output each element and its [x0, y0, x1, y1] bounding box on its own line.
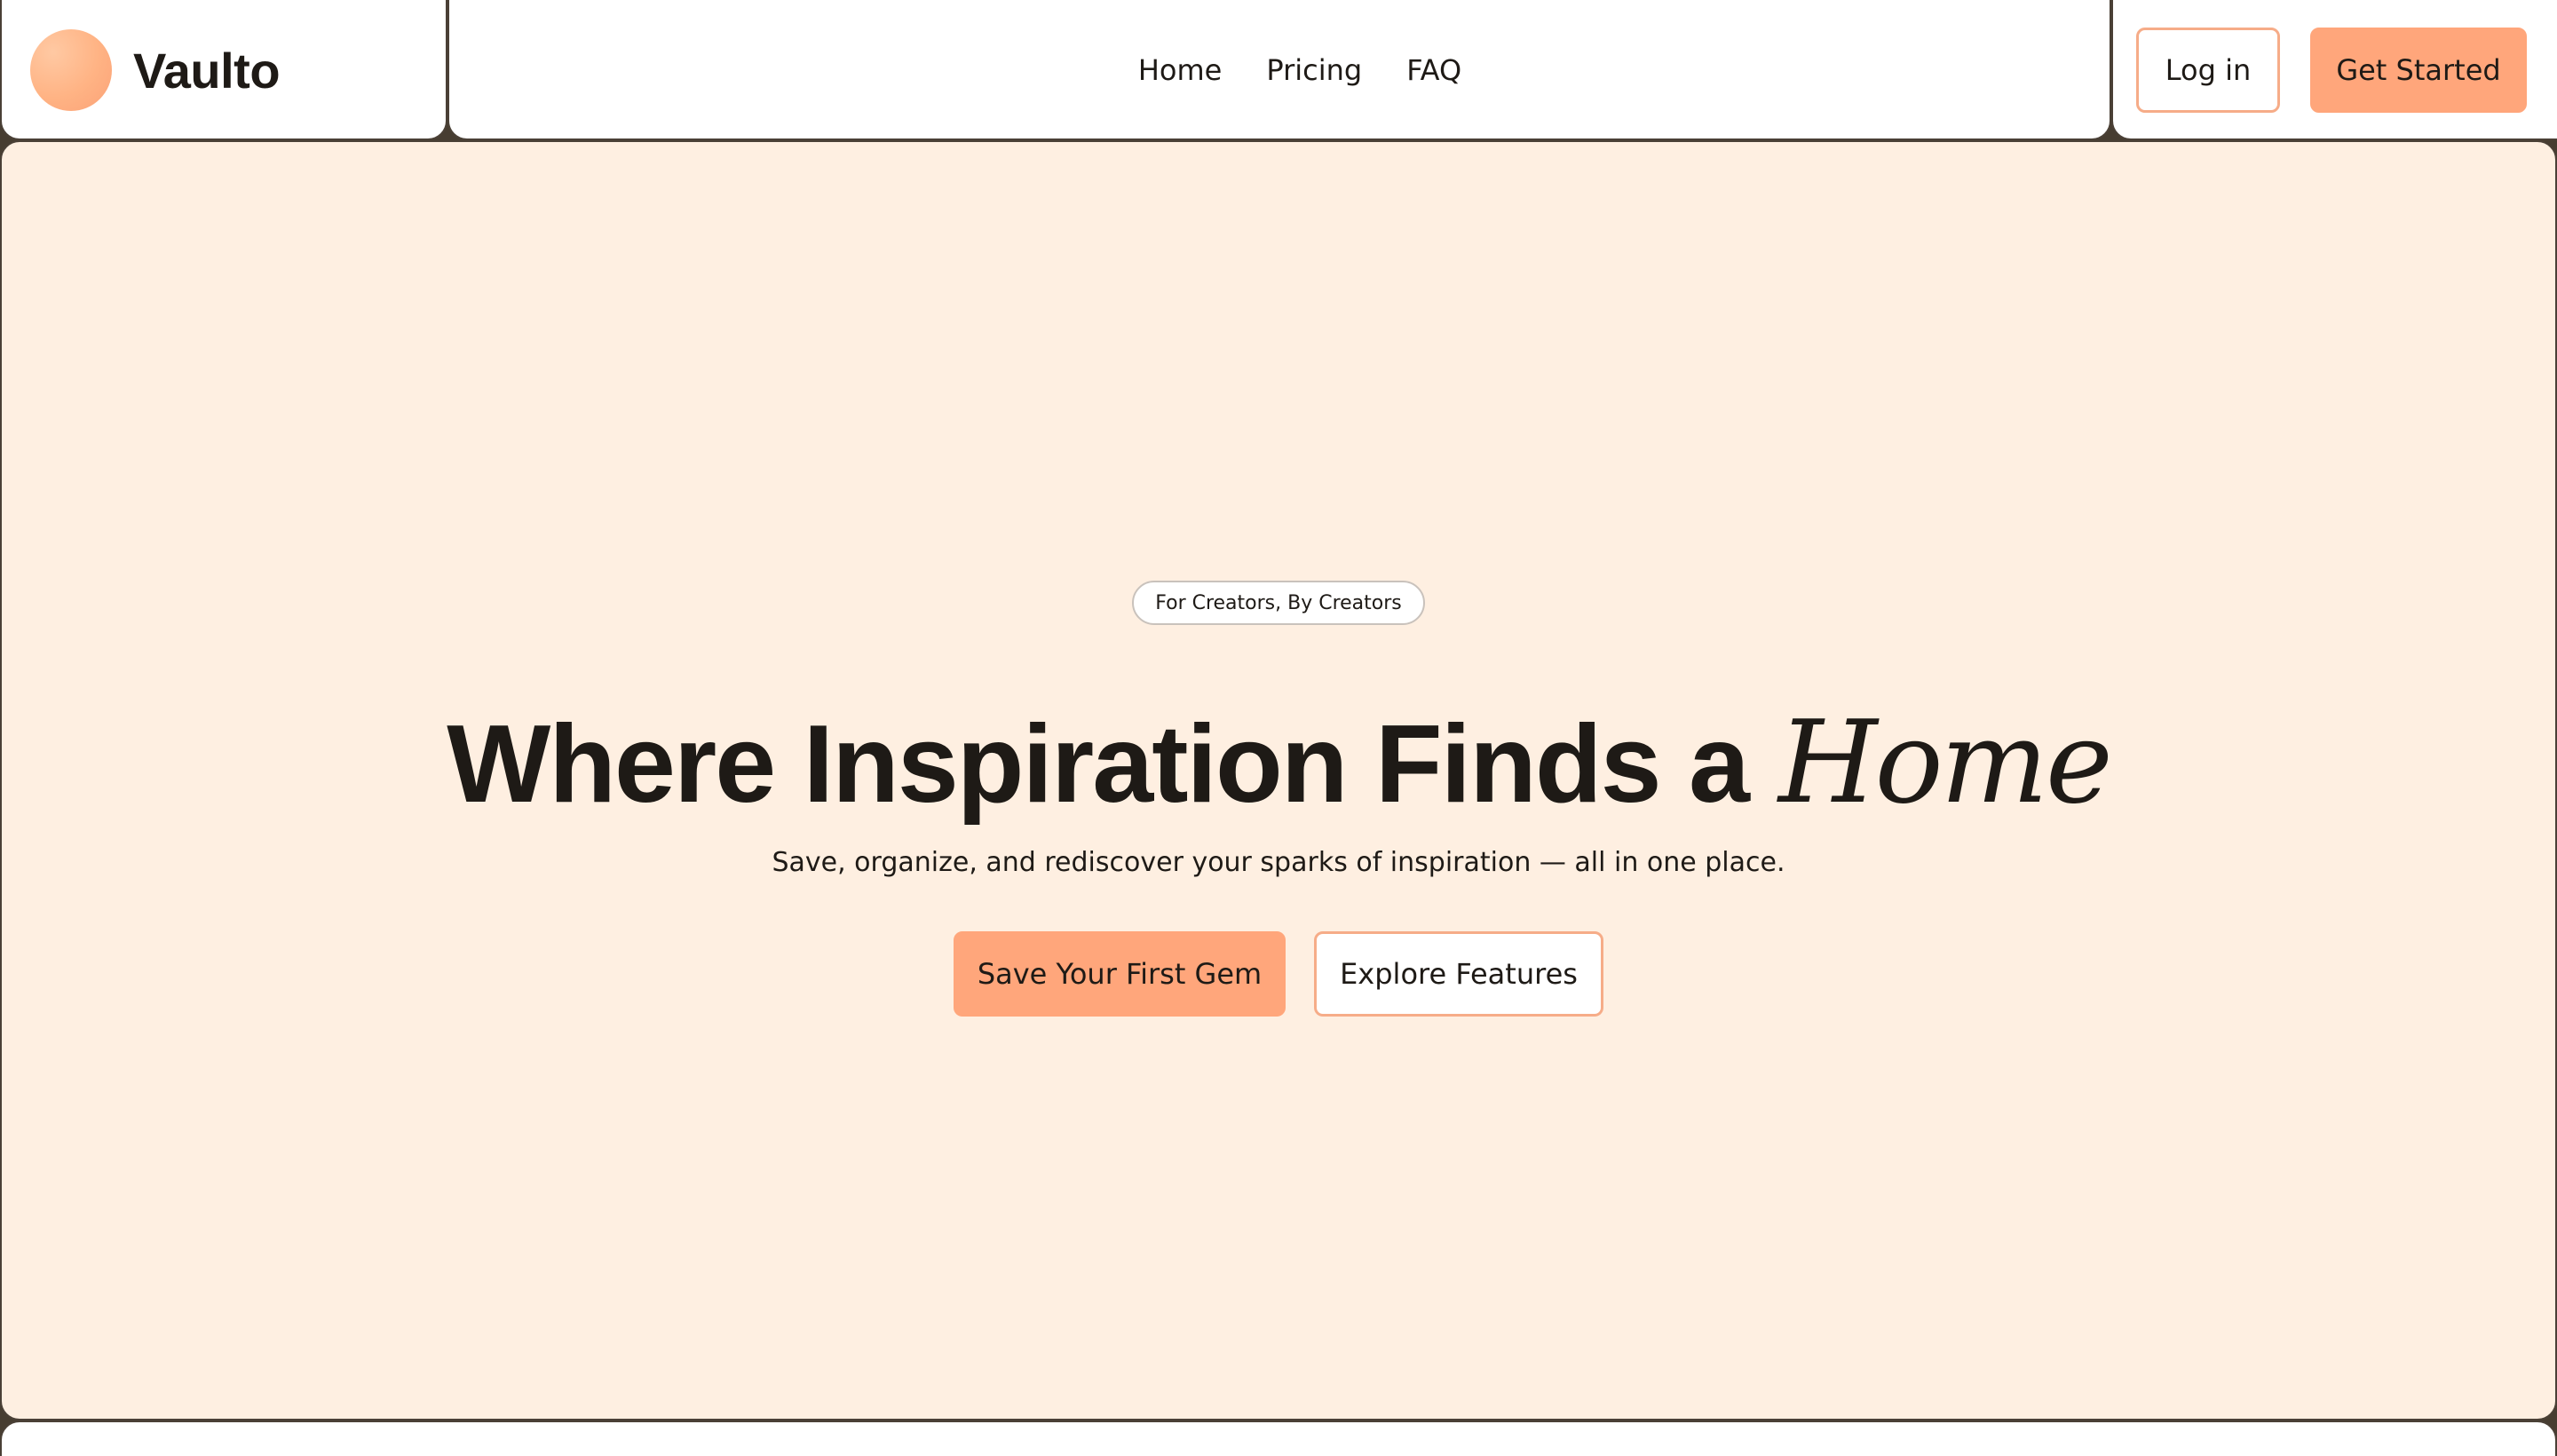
landing-page: Vaulto Home Pricing FAQ Log in Get Start… [0, 0, 2557, 1456]
nav-link-home[interactable]: Home [1138, 53, 1223, 87]
main-nav: Home Pricing FAQ [1138, 53, 1461, 87]
nav-link-faq[interactable]: FAQ [1406, 53, 1461, 87]
brand-panel: Vaulto [0, 0, 447, 140]
header-actions: Log in Get Started [2111, 0, 2557, 140]
hero-subheadline: Save, organize, and rediscover your spar… [772, 847, 1785, 878]
nav-link-pricing[interactable]: Pricing [1266, 53, 1362, 87]
hero-badge: For Creators, By Creators [1132, 581, 1425, 625]
hero-headline: Where Inspiration Finds a Home [447, 697, 2113, 829]
save-first-gem-button[interactable]: Save Your First Gem [954, 931, 1286, 1017]
explore-features-button[interactable]: Explore Features [1314, 931, 1603, 1017]
gradient-circle-logo-icon[interactable] [30, 29, 112, 111]
hero-headline-text: Where Inspiration Finds a [447, 703, 1750, 826]
get-started-button[interactable]: Get Started [2310, 28, 2527, 113]
nav-panel: Home Pricing FAQ [447, 0, 2111, 140]
next-section-peek [0, 1420, 2557, 1456]
hero-cta-row: Save Your First Gem Explore Features [954, 931, 1603, 1017]
hero-headline-accent: Home [1777, 697, 2113, 829]
hero-section: For Creators, By Creators Where Inspirat… [0, 140, 2557, 1420]
brand-name[interactable]: Vaulto [133, 42, 281, 99]
hero-content: For Creators, By Creators Where Inspirat… [2, 581, 2555, 1017]
login-button[interactable]: Log in [2136, 28, 2280, 113]
